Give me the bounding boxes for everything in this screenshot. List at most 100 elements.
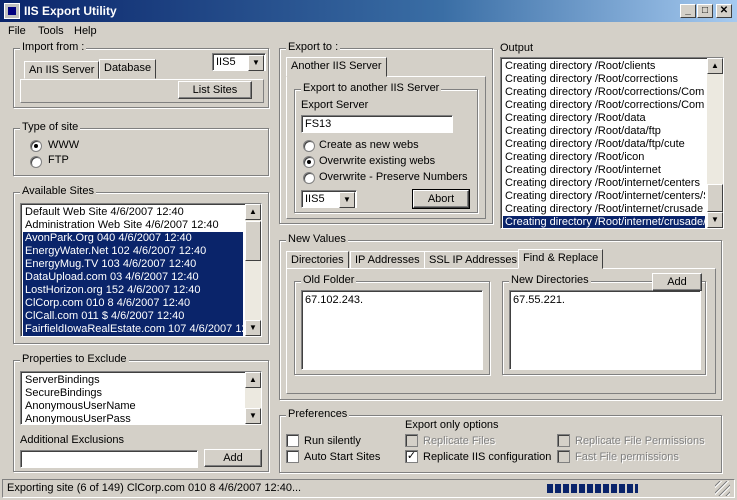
run-silently-checkbox[interactable]	[286, 434, 299, 447]
scroll-down-icon[interactable]: ▼	[245, 408, 261, 424]
www-radio[interactable]	[30, 140, 42, 152]
maximize-button[interactable]: □	[697, 4, 713, 18]
available-sites-legend: Available Sites	[20, 185, 96, 197]
replicate-iis-label: Replicate IIS configuration	[423, 451, 552, 463]
output-list[interactable]: Creating directory /Root/clients Creating…	[500, 57, 724, 229]
additional-exclusions-input[interactable]	[20, 450, 198, 468]
site-list-item[interactable]: AvonPark.Org 040 4/6/2007 12:40	[23, 232, 243, 245]
output-legend: Output	[500, 42, 534, 54]
menu-help[interactable]: Help	[74, 25, 97, 37]
export-server-input[interactable]: FS13	[301, 115, 453, 133]
tab-another-iis-server[interactable]: Another IIS Server	[286, 57, 387, 77]
tab-an-iis-server[interactable]: An IIS Server	[24, 61, 100, 79]
export-only-label: Export only options	[405, 419, 499, 431]
output-line[interactable]: Creating directory /Root/internet/crusad…	[503, 203, 705, 216]
output-line[interactable]: Creating directory /Root/icon	[503, 151, 705, 164]
properties-exclude-group: Properties to Exclude ServerBindings Secu…	[13, 353, 269, 472]
site-list-item[interactable]: DataUpload.com 03 4/6/2007 12:40	[23, 271, 243, 284]
new-directories-input[interactable]: 67.55.221.	[509, 290, 701, 370]
properties-exclude-legend: Properties to Exclude	[20, 353, 129, 365]
progress-fill	[547, 484, 639, 493]
replicate-files-checkbox[interactable]	[405, 434, 418, 447]
menu-file[interactable]: File	[8, 25, 26, 37]
create-new-webs-radio[interactable]	[303, 140, 315, 152]
import-version-select[interactable]: IIS5 ▼	[212, 53, 266, 71]
output-line[interactable]: Creating directory /Root/internet/center…	[503, 190, 705, 203]
output-line[interactable]: Creating directory /Root/corrections	[503, 73, 705, 86]
replicate-files-label: Replicate Files	[423, 435, 496, 447]
overwrite-existing-label: Overwrite existing webs	[319, 155, 436, 167]
site-list-item[interactable]: ClCall.com 011 $ 4/6/2007 12:40	[23, 310, 243, 323]
site-list-item[interactable]: Default Web Site 4/6/2007 12:40	[23, 206, 243, 219]
property-list-item[interactable]: ServerBindings	[23, 374, 243, 387]
property-list-item[interactable]: SecureBindings	[23, 387, 243, 400]
tab-directories[interactable]: Directories	[286, 251, 349, 269]
chevron-down-icon[interactable]: ▼	[339, 192, 355, 208]
fast-perms-label: Fast File permissions	[575, 451, 679, 463]
output-scrollbar[interactable]: ▲ ▼	[707, 58, 723, 228]
available-sites-list[interactable]: Default Web Site 4/6/2007 12:40 Administr…	[20, 203, 262, 337]
ftp-radio[interactable]	[30, 156, 42, 168]
output-line[interactable]: Creating directory /Root/internet/center…	[503, 177, 705, 190]
properties-scrollbar[interactable]: ▲ ▼	[245, 372, 261, 424]
site-list-item[interactable]: Administration Web Site 4/6/2007 12:40	[23, 219, 243, 232]
scroll-down-icon[interactable]: ▼	[707, 212, 723, 228]
www-label: WWW	[48, 139, 80, 151]
site-list-item[interactable]: LostHorizon.org 152 4/6/2007 12:40	[23, 284, 243, 297]
old-folder-input[interactable]: 67.102.243.	[301, 290, 483, 370]
property-list-item[interactable]: AnonymousUserName	[23, 400, 243, 413]
property-list-item[interactable]: AnonymousUserPass	[23, 413, 243, 424]
minimize-button[interactable]: _	[680, 4, 696, 18]
replicate-perms-checkbox[interactable]	[557, 434, 570, 447]
close-button[interactable]: ✕	[716, 4, 732, 18]
abort-button[interactable]: Abort	[412, 189, 470, 209]
progress-bar	[543, 482, 703, 495]
add-exclusion-button[interactable]: Add	[204, 449, 262, 467]
add-directory-button[interactable]: Add	[652, 273, 702, 291]
sites-scrollbar[interactable]: ▲ ▼	[245, 204, 261, 336]
site-list-item[interactable]: FairfieldIowaRealEstate.com 107 4/6/2007…	[23, 323, 243, 336]
new-directories-legend: New Directories	[509, 274, 591, 286]
new-values-legend: New Values	[286, 233, 348, 245]
tab-ip-addresses[interactable]: IP Addresses	[350, 251, 425, 269]
resize-grip[interactable]	[715, 481, 730, 496]
overwrite-existing-radio[interactable]	[303, 156, 315, 168]
site-list-item[interactable]: EnergyWater.Net 102 4/6/2007 12:40	[23, 245, 243, 258]
scroll-down-icon[interactable]: ▼	[245, 320, 261, 336]
export-iis-legend: Export to another IIS Server	[301, 82, 442, 94]
export-version-select[interactable]: IIS5 ▼	[301, 190, 357, 208]
tab-database[interactable]: Database	[99, 59, 157, 79]
output-line[interactable]: Creating directory /Root/data	[503, 112, 705, 125]
site-list-item[interactable]: ClCorp.com 010 8 4/6/2007 12:40	[23, 297, 243, 310]
tab-find-replace[interactable]: Find & Replace	[518, 249, 604, 269]
output-line[interactable]: Creating directory /Root/data/ftp/cute	[503, 138, 705, 151]
output-line[interactable]: Creating directory /Root/internet/crusad…	[503, 216, 705, 228]
scroll-thumb[interactable]	[245, 221, 261, 261]
tab-ssl-ip-addresses[interactable]: SSL IP Addresses	[424, 251, 523, 269]
scroll-up-icon[interactable]: ▲	[245, 204, 261, 220]
output-line[interactable]: Creating directory /Root/corrections/Com…	[503, 86, 705, 99]
output-line[interactable]: Creating directory /Root/internet	[503, 164, 705, 177]
scroll-up-icon[interactable]: ▲	[707, 58, 723, 74]
properties-list[interactable]: ServerBindings SecureBindings AnonymousUse…	[20, 371, 262, 425]
output-line[interactable]: Creating directory /Root/data/ftp	[503, 125, 705, 138]
old-folder-group: Old Folder 67.102.243.	[294, 274, 490, 375]
fast-perms-checkbox[interactable]	[557, 450, 570, 463]
list-sites-button[interactable]: List Sites	[178, 81, 252, 99]
scroll-up-icon[interactable]: ▲	[245, 372, 261, 388]
menu-tools[interactable]: Tools	[38, 25, 64, 37]
import-version-value: IIS5	[216, 56, 236, 68]
output-line[interactable]: Creating directory /Root/corrections/Com…	[503, 99, 705, 112]
chevron-down-icon[interactable]: ▼	[248, 55, 264, 71]
replicate-iis-checkbox[interactable]: ✓	[405, 450, 418, 463]
status-bar: Exporting site (6 of 149) ClCorp.com 010…	[2, 479, 735, 498]
auto-start-checkbox[interactable]	[286, 450, 299, 463]
scroll-thumb[interactable]	[707, 184, 723, 212]
old-folder-legend: Old Folder	[301, 274, 357, 286]
overwrite-preserve-radio[interactable]	[303, 172, 315, 184]
site-list-item[interactable]: EnergyMug.TV 103 4/6/2007 12:40	[23, 258, 243, 271]
run-silently-label: Run silently	[304, 435, 361, 447]
export-iis-group: Export to another IIS Server Export Serv…	[294, 82, 478, 213]
preferences-group: Preferences Run silently Auto Start Site…	[279, 408, 722, 473]
output-line[interactable]: Creating directory /Root/clients	[503, 60, 705, 73]
